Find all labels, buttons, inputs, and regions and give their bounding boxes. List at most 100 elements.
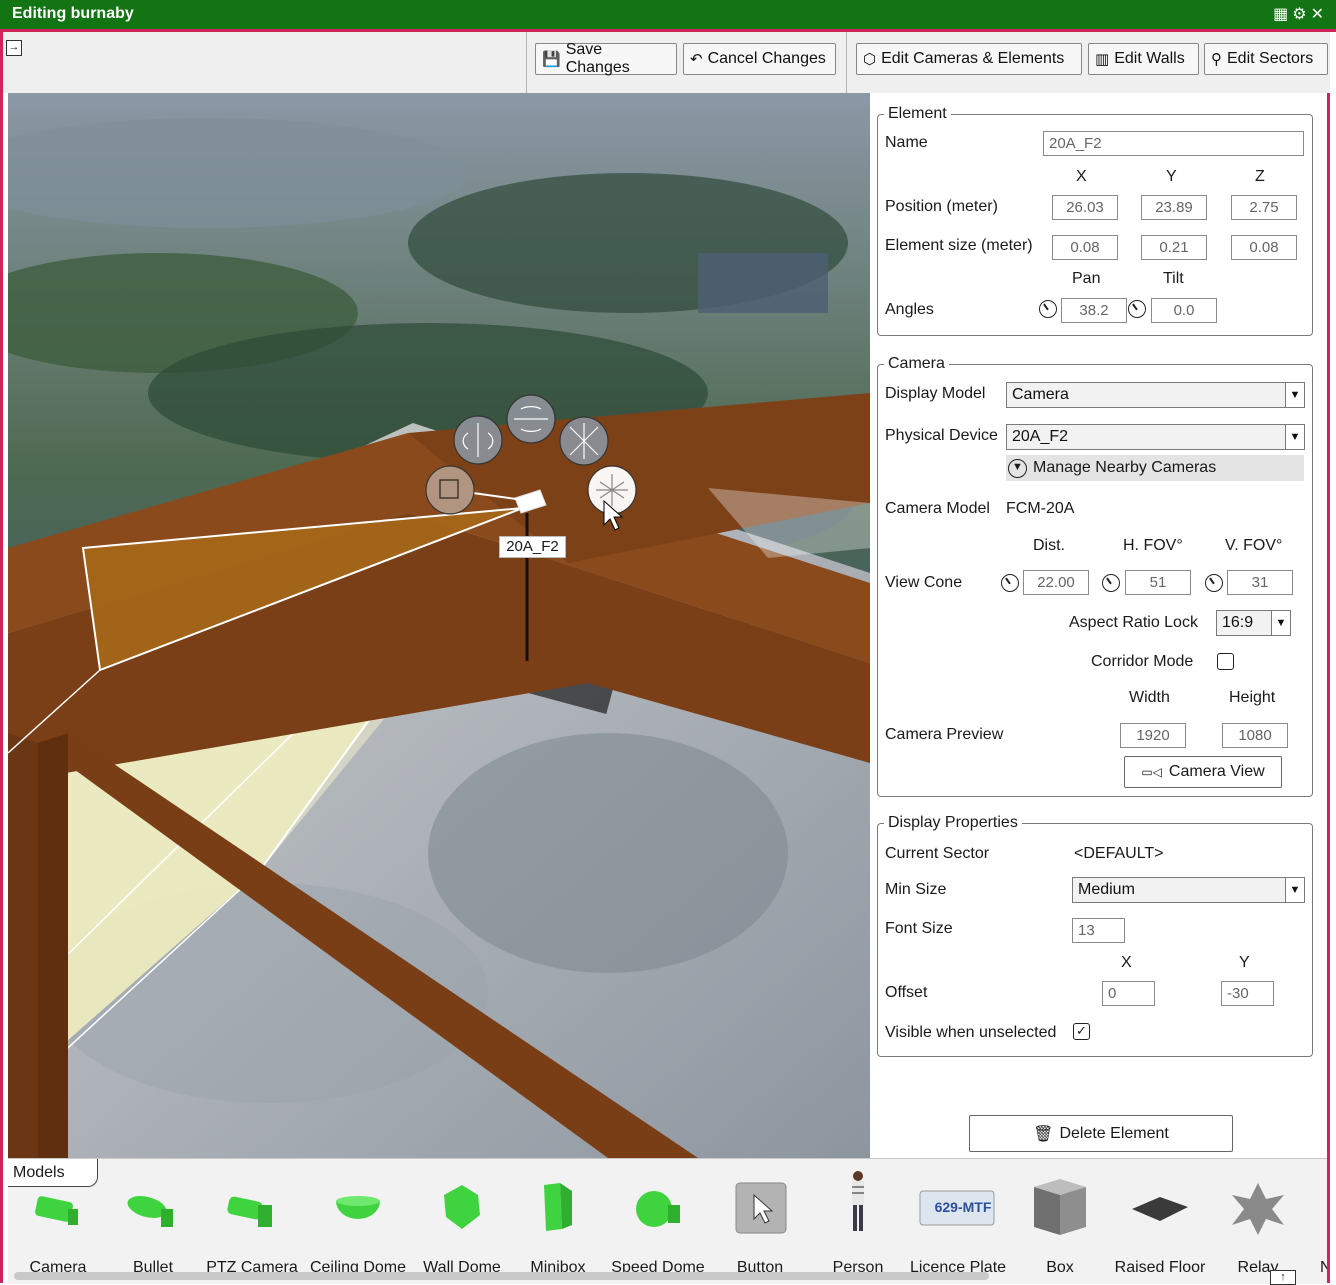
min-size-value: Medium [1078,881,1135,898]
name-input[interactable]: 20A_F2 [1043,131,1304,156]
model-raised-floor[interactable]: Raised Floor [1110,1177,1210,1277]
position-z-input[interactable]: 2.75 [1231,195,1297,220]
hfov-input[interactable]: 51 [1125,570,1191,595]
hfov-dial-icon[interactable] [1102,574,1120,592]
models-scrollbar[interactable] [14,1272,989,1280]
ptz-model-icon [227,1196,272,1227]
model-person[interactable]: Person [808,1171,908,1277]
font-size-label: Font Size [885,920,953,937]
offset-y-input[interactable]: -30 [1221,981,1274,1006]
pan-input[interactable]: 38.2 [1061,298,1127,323]
model-licence-plate[interactable]: 629-MTF Licence Plate [908,1177,1008,1277]
edit-cameras-label: Edit Cameras & Elements [881,50,1065,67]
display-model-value: Camera [1012,386,1069,403]
video-camera-icon: ▭◁ [1141,765,1162,779]
col-z-label: Z [1255,168,1265,185]
wall-dome-icon [444,1185,480,1229]
position-x-input[interactable]: 26.03 [1052,195,1118,220]
physical-device-select[interactable]: 20A_F2 ▼ [1006,424,1305,450]
angles-label: Angles [885,301,934,318]
edit-sectors-button[interactable]: ⚲ Edit Sectors [1204,43,1328,75]
current-sector-value: <DEFAULT> [1074,845,1164,862]
model-box[interactable]: Box [1010,1177,1110,1277]
toolbar-separator [846,32,847,93]
pan-label: Pan [1072,270,1101,287]
undo-icon: ↶ [690,51,703,68]
size-x-input[interactable]: 0.08 [1052,235,1118,260]
tilt-dial-icon[interactable] [1128,300,1146,318]
offset-label: Offset [885,984,928,1001]
col-x-label: X [1076,168,1087,185]
chevron-down-icon: ▼ [1285,878,1304,902]
gear-icon[interactable]: ⚙ [1292,6,1310,23]
model-bullet[interactable]: Bullet [103,1177,203,1277]
size-z-input[interactable]: 0.08 [1231,235,1297,260]
camera-view-button[interactable]: ▭◁ Camera View [1124,756,1282,788]
3d-viewport[interactable]: 20A_F2 [8,93,870,1158]
relay-model-icon [1232,1183,1284,1235]
camera-legend: Camera [888,355,945,372]
height-label: Height [1229,689,1276,706]
close-icon[interactable]: ✕ [1311,6,1328,23]
save-changes-button[interactable]: 💾 Save Changes [535,41,677,76]
position-y-input[interactable]: 23.89 [1141,195,1207,220]
corridor-mode-checkbox[interactable] [1217,653,1234,670]
collapse-panel-icon[interactable]: → [6,40,22,56]
vfov-dial-icon[interactable] [1205,574,1223,592]
tilt-input[interactable]: 0.0 [1151,298,1217,323]
scene-render [8,93,870,1158]
model-button[interactable]: Button [710,1177,810,1277]
visible-when-unselected-checkbox[interactable]: ✓ [1073,1023,1090,1040]
dist-label: Dist. [1033,537,1065,554]
preview-width-input[interactable]: 1920 [1120,723,1186,748]
vfov-input[interactable]: 31 [1227,570,1293,595]
dist-input[interactable]: 22.00 [1023,570,1089,595]
physical-device-label: Physical Device [885,427,998,444]
aspect-ratio-value: 16:9 [1222,614,1254,631]
model-label: Box [1046,1259,1074,1276]
model-ptz-camera[interactable]: PTZ Camera [202,1177,302,1277]
offset-x-input[interactable]: 0 [1102,981,1155,1006]
button-model-icon [735,1182,787,1234]
visible-when-unselected-label: Visible when unselected [885,1024,1057,1041]
plate-text: 629-MTF [934,1199,992,1215]
aspect-ratio-label: Aspect Ratio Lock [1069,614,1198,631]
model-ceiling-dome[interactable]: Ceiling Dome [308,1177,408,1277]
model-wall-dome[interactable]: Wall Dome [412,1177,512,1277]
width-label: Width [1129,689,1170,706]
camera-model-label: Camera Model [885,500,990,517]
physical-device-value: 20A_F2 [1012,428,1069,445]
model-speed-dome[interactable]: Speed Dome [608,1177,708,1277]
model-label: N [1320,1259,1327,1276]
edit-cameras-button[interactable]: ⬡ Edit Cameras & Elements [856,43,1082,75]
pan-dial-icon[interactable] [1039,300,1057,318]
hfov-label: H. FOV° [1123,537,1183,554]
model-camera[interactable]: Camera [8,1177,108,1277]
min-size-select[interactable]: Medium ▼ [1072,877,1305,903]
cancel-changes-button[interactable]: ↶ Cancel Changes [683,43,836,75]
layout-icon[interactable]: ▦ [1273,6,1292,23]
delete-element-label: Delete Element [1059,1124,1169,1142]
camera-name-label: 20A_F2 [499,536,566,558]
edit-walls-button[interactable]: ▥ Edit Walls [1088,43,1199,75]
display-properties-legend: Display Properties [888,814,1018,831]
view-cone-label: View Cone [885,574,963,591]
properties-panel: Element Name 20A_F2 X Y Z Position (mete… [872,93,1327,1158]
display-model-select[interactable]: Camera ▼ [1006,382,1305,408]
model-minibox[interactable]: Minibox [508,1177,608,1277]
font-size-input[interactable]: 13 [1072,918,1125,943]
camera-preview-label: Camera Preview [885,726,1004,743]
dist-dial-icon[interactable] [1001,574,1019,592]
model-relay[interactable]: Relay [1208,1177,1308,1277]
window-title-bar: Editing burnaby ▦⚙✕ [0,0,1336,29]
manage-nearby-cameras-button[interactable]: ▼ Manage Nearby Cameras [1006,455,1304,481]
model-next[interactable]: N [1300,1177,1327,1277]
chevron-down-icon: ▼ [1271,611,1290,635]
offset-col-y-label: Y [1239,954,1250,971]
speed-dome-icon [636,1191,680,1227]
preview-height-input[interactable]: 1080 [1222,723,1288,748]
size-y-input[interactable]: 0.21 [1141,235,1207,260]
delete-element-button[interactable]: 🗑 Delete Element [969,1115,1233,1152]
aspect-ratio-select[interactable]: 16:9 ▼ [1216,610,1291,636]
col-y-label: Y [1166,168,1177,185]
